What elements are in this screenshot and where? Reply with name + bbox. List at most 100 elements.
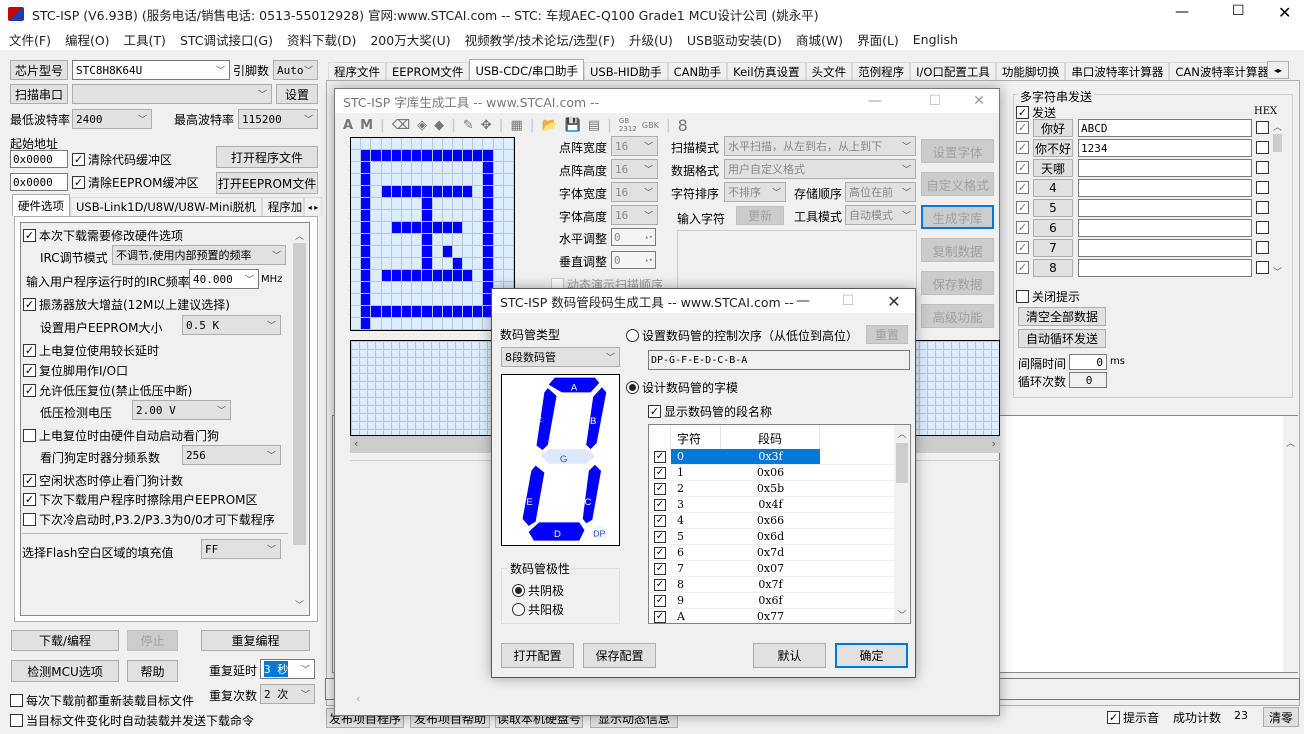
pixel-off[interactable] xyxy=(371,270,382,282)
pixel-on[interactable] xyxy=(483,246,494,258)
pixel-off[interactable] xyxy=(442,294,453,306)
menu-item[interactable]: 200万大奖(U) xyxy=(363,30,457,49)
common-anode-radio[interactable]: 共阳极 xyxy=(512,601,564,618)
design-pattern-radio[interactable]: 设计数码管的字模 xyxy=(626,379,738,396)
pixel-off[interactable] xyxy=(463,174,474,186)
clear-count-button[interactable]: 清零 xyxy=(1263,707,1299,727)
gb2312-icon[interactable]: GB 2312 xyxy=(619,117,637,133)
pixel-off[interactable] xyxy=(473,294,484,306)
eraser-icon[interactable]: ⌫ xyxy=(392,118,410,133)
pixel-off[interactable] xyxy=(351,234,362,246)
pixel-off[interactable] xyxy=(401,318,413,330)
main-tab[interactable]: 程序文件 xyxy=(328,62,386,81)
pixel-on[interactable] xyxy=(412,306,423,318)
scroll-up-icon[interactable]: ︿ xyxy=(1283,436,1298,449)
pixel-off[interactable] xyxy=(351,294,362,306)
pixel-off[interactable] xyxy=(473,282,484,294)
row-checkbox[interactable]: ✓ xyxy=(649,481,671,496)
pixel-on[interactable] xyxy=(401,270,413,282)
pixel-on[interactable] xyxy=(381,186,392,198)
font-width-select[interactable]: 16 ﹀ xyxy=(611,182,658,202)
tab-hardware-options[interactable]: 硬件选项 xyxy=(12,194,70,216)
main-tab[interactable]: Keil仿真设置 xyxy=(727,62,806,81)
pixel-on[interactable] xyxy=(463,270,474,282)
string-input[interactable] xyxy=(1078,219,1252,237)
repeat-count-select[interactable]: 2 次 ﹀ xyxy=(260,684,315,704)
oscillator-gain-checkbox[interactable]: ✓ 振荡器放大增益(12M以上建议选择) xyxy=(23,296,230,313)
pixel-on[interactable] xyxy=(412,270,423,282)
pixel-on[interactable] xyxy=(432,222,443,234)
menu-item[interactable]: 视频教学/技术论坛/选型(F) xyxy=(458,30,622,49)
pixel-off[interactable] xyxy=(401,246,413,258)
pixel-on[interactable] xyxy=(361,186,372,198)
table-row[interactable]: ✓ 0 0x3f xyxy=(649,449,894,465)
pixel-on[interactable] xyxy=(452,270,464,282)
pixel-on[interactable] xyxy=(432,270,443,282)
pixel-off[interactable] xyxy=(463,234,474,246)
pixel-off[interactable] xyxy=(391,138,402,150)
clear-eeprom-buffer-checkbox[interactable]: ✓ 清除EEPROM缓冲区 xyxy=(72,174,199,191)
pixel-off[interactable] xyxy=(412,174,423,186)
long-reset-delay-checkbox[interactable]: ✓ 上电复位使用较长延时 xyxy=(23,342,159,359)
main-tab[interactable]: 范例程序 xyxy=(852,62,911,81)
pixel-off[interactable] xyxy=(371,294,382,306)
refresh-button[interactable]: 更新 xyxy=(736,206,784,225)
pixel-off[interactable] xyxy=(493,246,504,258)
pixel-on[interactable] xyxy=(361,222,372,234)
pixel-on[interactable] xyxy=(483,150,494,162)
pixel-off[interactable] xyxy=(422,138,433,150)
pixel-on[interactable] xyxy=(432,150,443,162)
minimize-button[interactable]: — xyxy=(783,289,823,313)
menu-item[interactable]: 商城(W) xyxy=(789,30,850,49)
pixel-on[interactable] xyxy=(483,234,494,246)
pixel-off[interactable] xyxy=(493,162,504,174)
pixel-off[interactable] xyxy=(381,234,392,246)
pixel-off[interactable] xyxy=(503,162,514,174)
pixel-off[interactable] xyxy=(432,234,443,246)
row-checkbox[interactable]: ✓ xyxy=(649,593,671,608)
pixel-on[interactable] xyxy=(401,150,413,162)
string-input[interactable]: ABCD xyxy=(1078,119,1252,137)
pixel-off[interactable] xyxy=(401,138,413,150)
pixel-on[interactable] xyxy=(412,186,423,198)
pixel-off[interactable] xyxy=(391,210,402,222)
options-scrollbar[interactable]: ︿ ﹀ xyxy=(291,223,308,615)
pixel-off[interactable] xyxy=(503,222,514,234)
pixel-off[interactable] xyxy=(371,258,382,270)
data-format-select[interactable]: 用户自定义格式 ﹀ xyxy=(724,159,916,179)
pixel-off[interactable] xyxy=(401,210,413,222)
hex-checkbox[interactable] xyxy=(1256,221,1272,234)
grid-icon[interactable]: ▦ xyxy=(510,118,522,133)
pixel-off[interactable] xyxy=(351,186,362,198)
send-string-button[interactable]: 5 xyxy=(1033,199,1073,217)
pixel-off[interactable] xyxy=(371,162,382,174)
pixel-off[interactable] xyxy=(391,294,402,306)
char-sort-select[interactable]: 不排序 ﹀ xyxy=(724,182,786,202)
pixel-off[interactable] xyxy=(463,138,474,150)
pins-select[interactable]: Auto ﹀ xyxy=(273,60,318,80)
pixel-on[interactable] xyxy=(452,150,464,162)
pixel-off[interactable] xyxy=(473,210,484,222)
pixel-off[interactable] xyxy=(422,294,433,306)
menu-item[interactable]: 升级(U) xyxy=(622,30,680,49)
pixel-on[interactable] xyxy=(422,222,433,234)
row-checkbox[interactable]: ✓ xyxy=(649,529,671,544)
maximize-button[interactable]: ☐ xyxy=(1232,3,1245,19)
pixel-off[interactable] xyxy=(401,162,413,174)
paint-icon[interactable]: ◆ xyxy=(434,118,444,133)
pixel-off[interactable] xyxy=(371,222,382,234)
pixel-off[interactable] xyxy=(391,198,402,210)
open-config-button[interactable]: 打开配置 xyxy=(501,643,574,668)
pixel-off[interactable] xyxy=(442,138,453,150)
pixel-off[interactable] xyxy=(351,318,362,330)
pixel-on[interactable] xyxy=(463,306,474,318)
seven-segment-icon[interactable]: 8 xyxy=(678,116,688,135)
scroll-up-icon[interactable]: ︿ xyxy=(291,229,308,242)
table-row[interactable]: ✓ 1 0x06 xyxy=(649,465,894,481)
font-a-icon[interactable]: A xyxy=(343,118,353,133)
segment-C[interactable] xyxy=(582,464,602,524)
pixel-off[interactable] xyxy=(503,210,514,222)
pixel-off[interactable] xyxy=(442,174,453,186)
pixel-off[interactable] xyxy=(493,258,504,270)
repeat-delay-select[interactable]: 3 秒 ﹀ xyxy=(260,659,315,679)
